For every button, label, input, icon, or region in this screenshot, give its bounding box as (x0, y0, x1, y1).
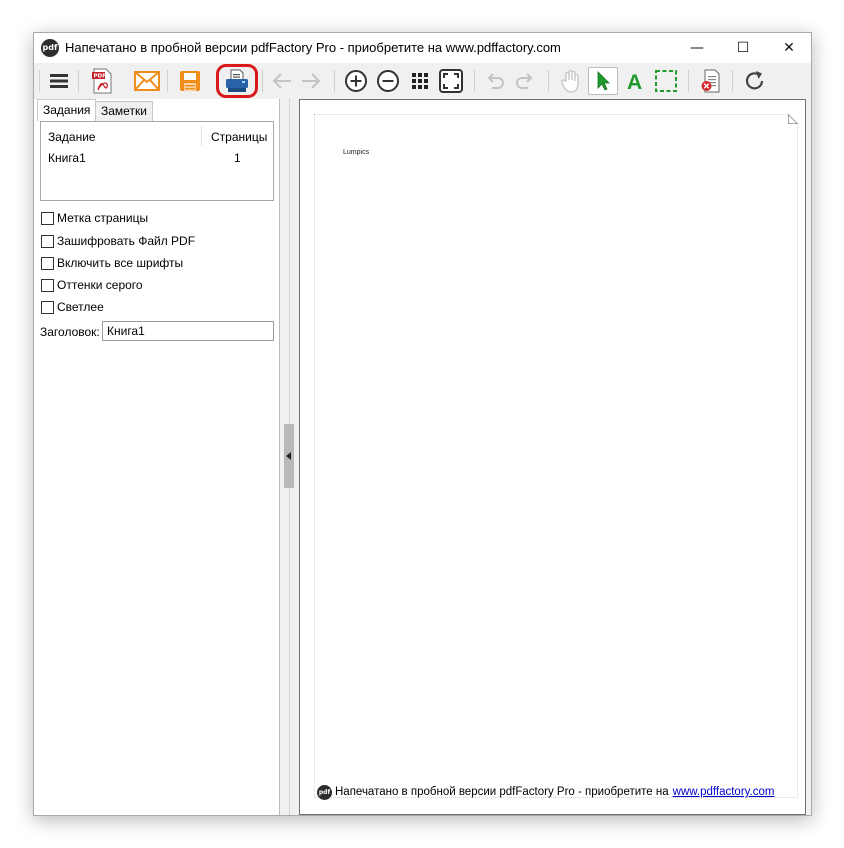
thumbnails-grid-icon (412, 73, 428, 89)
toolbar: PDF A (34, 63, 811, 99)
grayscale-option-label: Оттенки серого (57, 278, 143, 292)
svg-text:PDF: PDF (94, 74, 107, 80)
page-label-checkbox[interactable] (41, 211, 54, 225)
forward-button[interactable] (296, 67, 326, 95)
pdffactory-link[interactable]: www.pdffactory.com (673, 786, 775, 798)
select-arrow-icon (597, 71, 610, 91)
toolbar-separator (688, 70, 689, 92)
option-page-label[interactable]: Метка страницы (41, 210, 148, 226)
job-pages-cell: 1 (234, 151, 241, 165)
undo-button[interactable] (480, 67, 510, 95)
window-title: Напечатано в пробной версии pdfFactory P… (65, 40, 561, 55)
preview-page: Lumpics pdf Напечатано в пробной версии … (314, 114, 798, 801)
tab-notes[interactable]: Заметки (95, 101, 153, 121)
save-pdf-button[interactable]: PDF (87, 67, 117, 95)
save-button[interactable] (175, 67, 205, 95)
title-field-label: Заголовок: (40, 325, 100, 339)
email-button[interactable] (132, 67, 162, 95)
hand-tool-button[interactable] (556, 67, 586, 95)
fit-page-icon (439, 69, 463, 93)
minimize-button[interactable]: — (674, 33, 720, 63)
encrypt-pdf-option-label: Зашифровать Файл PDF (57, 234, 196, 248)
page-preview[interactable]: Lumpics pdf Напечатано в пробной версии … (299, 99, 806, 815)
zoom-in-icon (345, 70, 367, 92)
jobs-panel: Задания Заметки Задание Страницы Книга1 … (34, 99, 280, 815)
marquee-select-button[interactable] (651, 67, 681, 95)
grayscale-checkbox[interactable] (41, 278, 54, 292)
select-tool-button[interactable] (588, 67, 618, 95)
menu-icon (50, 74, 68, 88)
back-button[interactable] (267, 67, 297, 95)
refresh-button[interactable] (740, 67, 770, 95)
toolbar-separator (78, 70, 79, 92)
forward-arrow-icon (302, 73, 321, 89)
fit-page-button[interactable] (436, 67, 466, 95)
toolbar-separator (39, 70, 40, 92)
undo-icon (487, 73, 504, 89)
redo-button[interactable] (510, 67, 540, 95)
text-tool-button[interactable]: A (620, 67, 650, 95)
option-embed-fonts[interactable]: Включить все шрифты (41, 255, 183, 271)
svg-text:A: A (627, 71, 642, 92)
redo-icon (516, 73, 533, 89)
lighter-option-label: Светлее (57, 300, 104, 314)
thumbnails-button[interactable] (405, 67, 435, 95)
refresh-icon (745, 71, 764, 90)
option-grayscale[interactable]: Оттенки серого (41, 277, 143, 293)
collapse-panel-handle[interactable] (284, 424, 294, 488)
toolbar-separator (262, 70, 263, 92)
page-corner-fold-icon (788, 114, 798, 124)
encrypt-pdf-checkbox[interactable] (41, 234, 54, 248)
close-button[interactable]: ✕ (766, 33, 812, 63)
option-lighter[interactable]: Светлее (41, 299, 104, 315)
lighter-checkbox[interactable] (41, 300, 54, 314)
panel-splitter[interactable] (280, 99, 299, 815)
job-name-cell[interactable]: Книга1 (48, 151, 86, 165)
delete-page-icon (701, 69, 720, 93)
zoom-out-button[interactable] (373, 67, 403, 95)
trial-footer-text: Напечатано в пробной версии pdfFactory P… (335, 786, 669, 798)
tab-jobs[interactable]: Задания (37, 99, 97, 121)
title-input[interactable]: Книга1 (102, 321, 274, 341)
column-header-pages[interactable]: Страницы (211, 130, 267, 144)
hand-tool-icon (561, 69, 579, 93)
save-icon (180, 71, 200, 91)
toolbar-separator (167, 70, 168, 92)
menu-button[interactable] (44, 67, 74, 95)
print-button[interactable] (222, 67, 252, 95)
app-window: pdf Напечатано в пробной версии pdfFacto… (33, 32, 812, 816)
app-icon[interactable]: pdf (41, 39, 59, 57)
page-label-option-label: Метка страницы (57, 211, 149, 225)
title-bar: pdf Напечатано в пробной версии pdfFacto… (34, 33, 811, 63)
pdffactory-logo-icon: pdf (317, 784, 332, 800)
email-icon (134, 71, 160, 91)
zoom-out-icon (377, 70, 399, 92)
marquee-select-icon (655, 70, 677, 92)
column-header-job[interactable]: Задание (48, 130, 96, 144)
toolbar-separator (732, 70, 733, 92)
save-pdf-icon: PDF (92, 68, 112, 94)
option-encrypt-pdf[interactable]: Зашифровать Файл PDF (41, 233, 195, 249)
text-tool-icon: A (627, 71, 642, 92)
column-divider (201, 126, 202, 146)
toolbar-separator (474, 70, 475, 92)
maximize-button[interactable]: ☐ (720, 33, 766, 63)
delete-page-button[interactable] (696, 67, 726, 95)
embed-fonts-option-label: Включить все шрифты (57, 256, 184, 270)
toolbar-separator (334, 70, 335, 92)
toolbar-separator (548, 70, 549, 92)
zoom-in-button[interactable] (341, 67, 371, 95)
print-icon (226, 69, 248, 92)
embed-fonts-checkbox[interactable] (41, 256, 54, 270)
page-content-text: Lumpics (343, 149, 370, 156)
trial-footer: pdf Напечатано в пробной версии pdfFacto… (317, 783, 774, 801)
back-arrow-icon (272, 73, 291, 89)
job-list[interactable]: Задание Страницы Книга1 1 (40, 121, 274, 201)
